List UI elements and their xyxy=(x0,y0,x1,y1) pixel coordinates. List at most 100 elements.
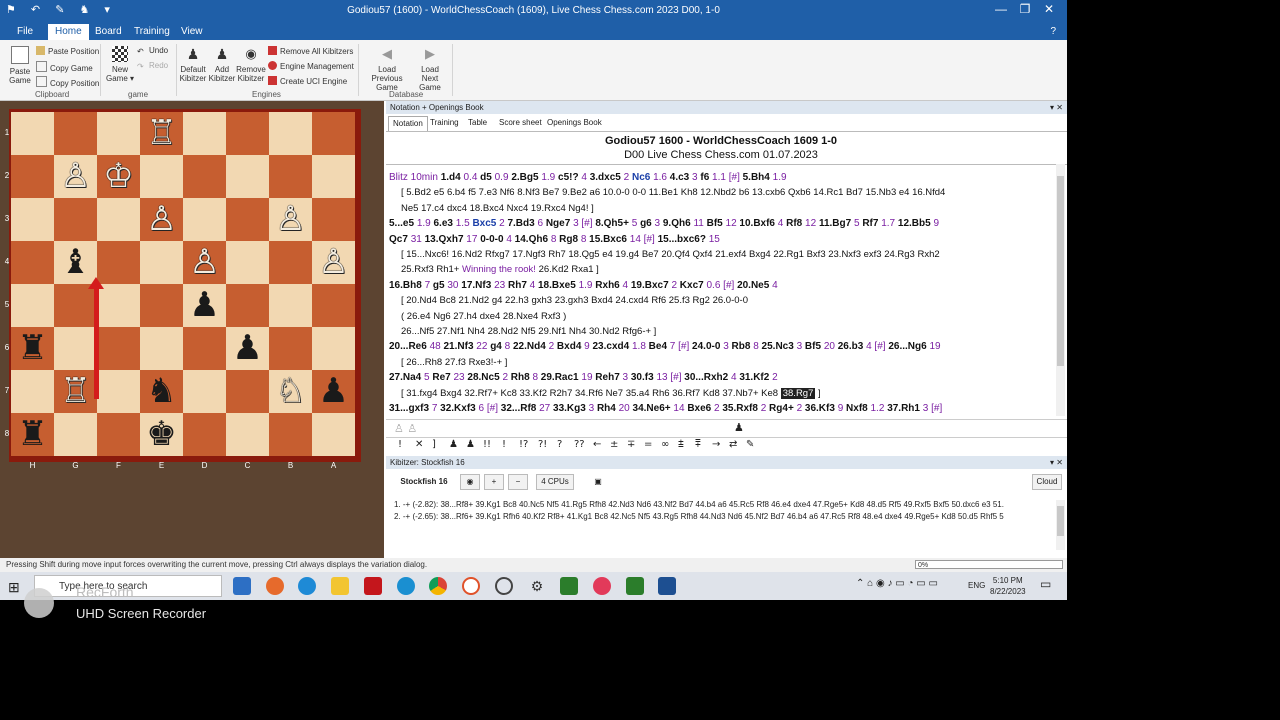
variation-line[interactable]: [ 20.Nd4 Bc8 21.Nd2 g4 22.h3 gxh3 23.gxh… xyxy=(389,293,1056,308)
app-icon[interactable] xyxy=(397,577,415,595)
notation-segment[interactable]: Rb8 xyxy=(732,341,754,352)
tab-training[interactable]: Training xyxy=(127,24,177,40)
notation-segment[interactable]: 37.Rh1 xyxy=(887,403,923,414)
notation-segment[interactable]: 1.9 xyxy=(541,172,558,183)
notation-segment[interactable]: 31 xyxy=(411,234,425,245)
notation-segment[interactable]: Nc6 xyxy=(632,172,653,183)
notation-segment[interactable]: 2 xyxy=(772,372,778,383)
notation-segment[interactable]: 3 xyxy=(589,403,597,414)
notation-segment[interactable]: 1.8 xyxy=(632,341,649,352)
annotation-symbol-button[interactable]: ± xyxy=(610,439,618,450)
notation-segment[interactable]: Rh8 xyxy=(511,372,533,383)
notation-segment[interactable]: 0.9 xyxy=(495,172,512,183)
notation-segment[interactable]: 24.0-0 xyxy=(692,341,723,352)
notation-segment[interactable]: 2 xyxy=(549,341,557,352)
notation-segment[interactable]: 15.Bxc6 xyxy=(589,234,630,245)
notation-segment[interactable]: 9 xyxy=(584,341,592,352)
mainline-row[interactable]: 20...Re6 48 21.Nf3 22 g4 8 22.Nd4 2 Bxd4… xyxy=(389,339,1056,354)
paste-game-button[interactable]: Paste Game xyxy=(6,46,34,85)
square-c8[interactable] xyxy=(226,413,269,456)
piece-h6[interactable]: ♜ xyxy=(11,327,54,370)
chessbase-icon[interactable] xyxy=(626,577,644,595)
notation-segment[interactable]: [ 20.Nd4 Bc8 21.Nd2 g4 22.h3 gxh3 23.gxh… xyxy=(401,295,748,306)
notation-segment[interactable]: 3.dxc5 xyxy=(590,172,624,183)
notation-segment[interactable]: 3 xyxy=(655,218,663,229)
help-icon[interactable]: ? xyxy=(1043,24,1063,40)
annotation-symbol-button[interactable]: = xyxy=(644,439,652,450)
notation-segment[interactable]: 5.Bh4 xyxy=(743,172,773,183)
notation-segment[interactable]: 19 xyxy=(929,341,940,352)
notation-segment[interactable]: [ 15...Nxc6! 16.Nd2 Rfxg7 17.Ngf3 Rh7 18… xyxy=(401,249,940,260)
annotation-symbol-button[interactable]: ⩲ xyxy=(678,439,684,450)
notation-segment[interactable]: 14.Qh6 xyxy=(515,234,551,245)
notation-segment[interactable]: [ 5.Bd2 e5 6.b4 f5 7.e3 Nf6 8.Nf3 Be7 9.… xyxy=(401,187,945,198)
notation-segment[interactable]: 14 xyxy=(673,403,687,414)
square-h3[interactable] xyxy=(11,198,54,241)
variation-line[interactable]: [ 5.Bd2 e5 6.b4 f5 7.e3 Nf6 8.Nf3 Be7 9.… xyxy=(389,185,1056,200)
square-g6[interactable] xyxy=(54,327,97,370)
notation-segment[interactable]: 1.2 xyxy=(871,403,888,414)
notation-segment[interactable]: 7.Bd3 xyxy=(507,218,537,229)
notation-segment[interactable]: 6.e3 xyxy=(434,218,456,229)
notation-segment[interactable]: 17.Nf3 xyxy=(461,280,494,291)
notation-segment[interactable]: Nge7 xyxy=(546,218,573,229)
variation-line[interactable]: [ 15...Nxc6! 16.Nd2 Rfxg7 17.Ngf3 Rh7 18… xyxy=(389,247,1056,262)
windows-start-icon[interactable]: ⊞ xyxy=(8,579,20,596)
create-uci-engine-button[interactable]: Create UCI Engine xyxy=(268,76,347,86)
square-b4[interactable] xyxy=(269,241,312,284)
notation-segment[interactable]: 0-0-0 xyxy=(480,234,506,245)
piece-g2[interactable]: ♙ xyxy=(54,155,97,198)
engine-line-1[interactable]: 1. -+ (-2.82): 38...Rf8+ 39.Kg1 Bc8 40.N… xyxy=(394,500,1049,509)
engine-line-2[interactable]: 2. -+ (-2.65): 38...Rf6+ 39.Kg1 Rfh6 40.… xyxy=(394,512,1049,521)
square-c7[interactable] xyxy=(226,370,269,413)
notation-segment[interactable]: 8 xyxy=(532,372,540,383)
annotation-symbol-button[interactable]: ⩱ xyxy=(695,439,701,450)
chessboard[interactable]: ♖ ♙ ♔ ♙ ♙ ♝ ♙ ♙ ♟ ♜ ♟ ♖ ♞ ♘ ♟ ♜ ♚ xyxy=(11,112,355,456)
notation-segment[interactable]: 1.9 xyxy=(417,218,434,229)
notation-segment[interactable]: 12 xyxy=(805,218,819,229)
notation-segment[interactable]: 13 [#] xyxy=(656,372,684,383)
notation-segment[interactable]: Re7 xyxy=(432,372,453,383)
notation-segment[interactable]: 18.Bxe5 xyxy=(538,280,579,291)
notation-segment[interactable]: 27.Na4 xyxy=(389,372,424,383)
tab-file[interactable]: File xyxy=(10,24,40,40)
notation-segment[interactable]: Bxe6 xyxy=(687,403,714,414)
zoom-out-icon[interactable]: − xyxy=(508,474,528,490)
notation-segment[interactable]: 9 xyxy=(838,403,846,414)
notation-segment[interactable]: d5 xyxy=(480,172,494,183)
notation-segment[interactable]: Rg8 xyxy=(559,234,581,245)
annotation-symbol-button[interactable]: ♟ xyxy=(449,439,458,450)
piece-e7[interactable]: ♞ xyxy=(140,370,183,413)
notation-segment[interactable]: g5 xyxy=(433,280,447,291)
notation-segment[interactable]: Rg4+ xyxy=(769,403,797,414)
notation-segment[interactable]: 35.Rxf8 xyxy=(722,403,760,414)
square-h2[interactable] xyxy=(11,155,54,198)
notation-segment[interactable]: 6 [#] xyxy=(479,403,501,414)
annotation-symbol-button[interactable]: ∞ xyxy=(661,439,669,450)
square-g5[interactable] xyxy=(54,284,97,327)
scroll-thumb[interactable] xyxy=(1057,176,1064,366)
piece-h8[interactable]: ♜ xyxy=(11,413,54,456)
notation-segment[interactable]: 32...Rf8 xyxy=(501,403,539,414)
notation-segment[interactable]: Blitz 10min xyxy=(389,172,441,183)
tab-openings-book[interactable]: Openings Book xyxy=(543,116,606,130)
notation-segment[interactable]: Nxf8 xyxy=(846,403,870,414)
notation-segment[interactable]: 13.Qxh7 xyxy=(425,234,467,245)
notation-segment[interactable]: 25.Rxf3 Rh1+ xyxy=(401,264,462,275)
panel-close-icon[interactable]: ▾ ✕ xyxy=(1050,101,1063,114)
notation-segment[interactable]: 4 xyxy=(778,218,786,229)
annotation-symbol-button[interactable]: !? xyxy=(519,439,528,450)
notation-segment[interactable]: 26.b3 xyxy=(838,341,866,352)
mainline-row[interactable]: Qc7 31 13.Qxh7 17 0-0-0 4 14.Qh6 8 Rg8 8… xyxy=(389,232,1056,247)
notation-segment[interactable]: 15 xyxy=(709,234,720,245)
maximize-button[interactable]: ❐ xyxy=(1013,2,1037,16)
notation-segment[interactable]: 6 xyxy=(537,218,545,229)
tab-board[interactable]: Board xyxy=(88,24,129,40)
notation-segment[interactable]: 23 xyxy=(494,280,508,291)
notation-segment[interactable]: f6 xyxy=(700,172,712,183)
square-a6[interactable] xyxy=(312,327,355,370)
square-b6[interactable] xyxy=(269,327,312,370)
file-explorer-icon[interactable] xyxy=(331,577,349,595)
acrobat-icon[interactable] xyxy=(364,577,382,595)
notation-segment[interactable]: 1.7 xyxy=(881,218,898,229)
